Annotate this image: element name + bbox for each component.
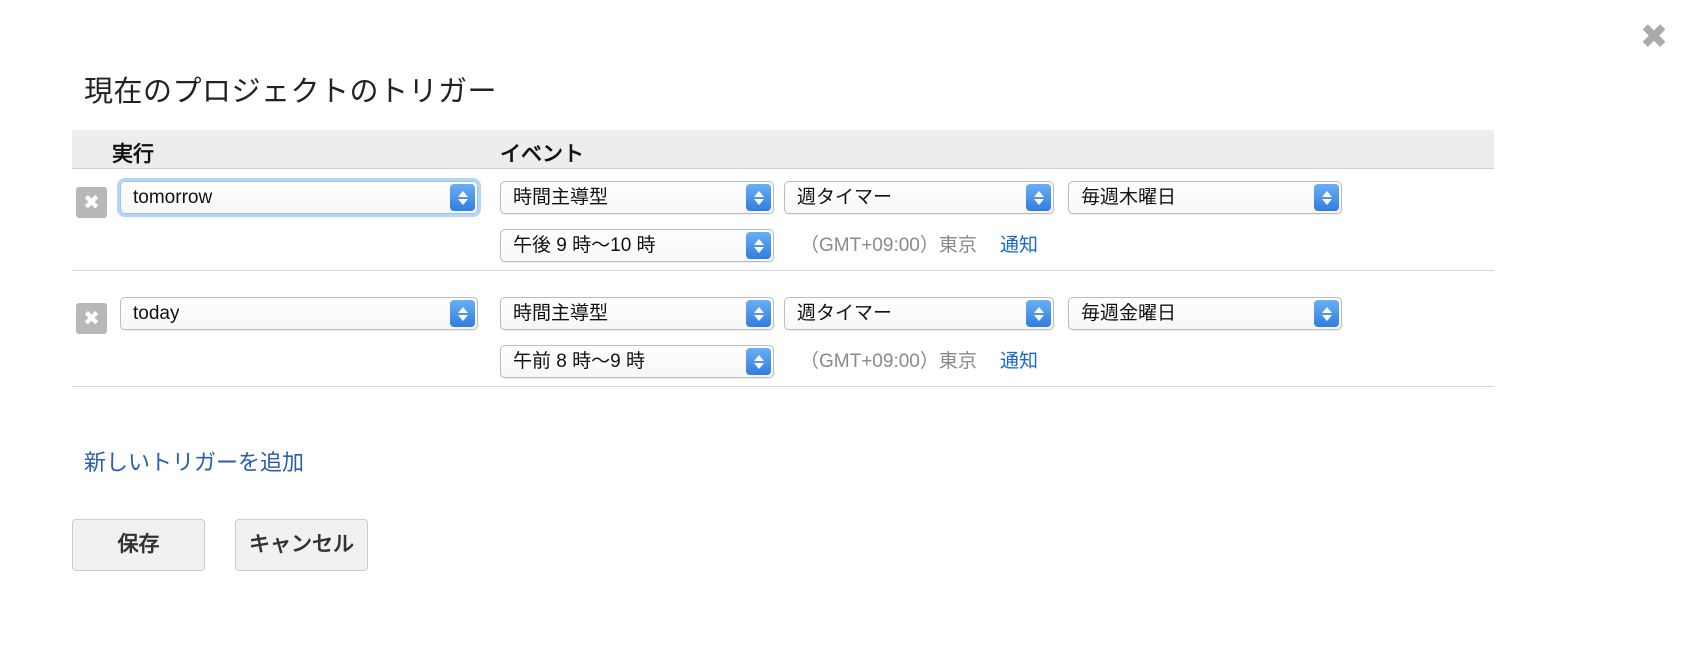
delete-trigger-button[interactable]: ✖: [76, 303, 107, 334]
notification-link[interactable]: 通知: [1000, 345, 1038, 378]
timezone-label: （GMT+09:00）東京: [800, 351, 977, 372]
time-range-select[interactable]: 午前 8 時〜9 時: [500, 345, 774, 378]
close-icon[interactable]: ✖: [1634, 18, 1674, 58]
column-header-event: イベント: [500, 143, 584, 166]
chevron-updown-icon: [746, 348, 771, 375]
table-header: 実行 イベント: [72, 130, 1494, 169]
cancel-button[interactable]: キャンセル: [235, 519, 368, 571]
weekday-select-value: 毎週金曜日: [1081, 303, 1177, 324]
save-button[interactable]: 保存: [72, 519, 205, 571]
time-range-select-value: 午前 8 時〜9 時: [513, 351, 645, 372]
chevron-updown-icon: [450, 184, 475, 211]
weekday-select-value: 毎週木曜日: [1081, 187, 1177, 208]
weekday-select[interactable]: 毎週金曜日: [1068, 297, 1342, 330]
add-trigger-link[interactable]: 新しいトリガーを追加: [84, 445, 304, 477]
trigger-row-secondary-line: 午前 8 時〜9 時 （GMT+09:00）東京 通知: [72, 345, 1494, 389]
table-row: ✖ today 時間主導型 週タイマー 毎週金曜日 午前 8 時〜9 時 （GM…: [72, 285, 1494, 387]
column-header-run: 実行: [112, 143, 154, 166]
notification-link[interactable]: 通知: [1000, 229, 1038, 262]
timer-type-select[interactable]: 週タイマー: [784, 297, 1054, 330]
table-row: ✖ tomorrow 時間主導型 週タイマー 毎週木曜日 午後 9 時〜10 時…: [72, 169, 1494, 271]
function-select[interactable]: tomorrow: [120, 181, 478, 214]
function-select-value: today: [133, 303, 180, 324]
chevron-updown-icon: [450, 300, 475, 327]
timezone-label: （GMT+09:00）東京: [800, 235, 977, 256]
timer-type-select-value: 週タイマー: [797, 187, 893, 208]
chevron-updown-icon: [1026, 184, 1051, 211]
chevron-updown-icon: [746, 232, 771, 259]
event-type-select-value: 時間主導型: [513, 187, 609, 208]
timer-type-select[interactable]: 週タイマー: [784, 181, 1054, 214]
trigger-dialog: ✖ 現在のプロジェクトのトリガー 実行 イベント ✖ tomorrow 時間主導…: [0, 0, 1698, 666]
event-type-select[interactable]: 時間主導型: [500, 297, 774, 330]
event-type-select-value: 時間主導型: [513, 303, 609, 324]
time-range-select-value: 午後 9 時〜10 時: [513, 235, 656, 256]
weekday-select[interactable]: 毎週木曜日: [1068, 181, 1342, 214]
chevron-updown-icon: [746, 184, 771, 211]
page-title: 現在のプロジェクトのトリガー: [84, 76, 498, 108]
trigger-row-secondary-line: 午後 9 時〜10 時 （GMT+09:00）東京 通知: [72, 229, 1494, 273]
chevron-updown-icon: [1314, 300, 1339, 327]
chevron-updown-icon: [1314, 184, 1339, 211]
function-select[interactable]: today: [120, 297, 478, 330]
event-type-select[interactable]: 時間主導型: [500, 181, 774, 214]
chevron-updown-icon: [1026, 300, 1051, 327]
time-range-select[interactable]: 午後 9 時〜10 時: [500, 229, 774, 262]
trigger-row-primary-line: ✖ tomorrow 時間主導型 週タイマー 毎週木曜日: [72, 181, 1494, 225]
timer-type-select-value: 週タイマー: [797, 303, 893, 324]
function-select-value: tomorrow: [133, 187, 213, 208]
chevron-updown-icon: [746, 300, 771, 327]
delete-trigger-button[interactable]: ✖: [76, 187, 107, 218]
trigger-row-primary-line: ✖ today 時間主導型 週タイマー 毎週金曜日: [72, 297, 1494, 341]
